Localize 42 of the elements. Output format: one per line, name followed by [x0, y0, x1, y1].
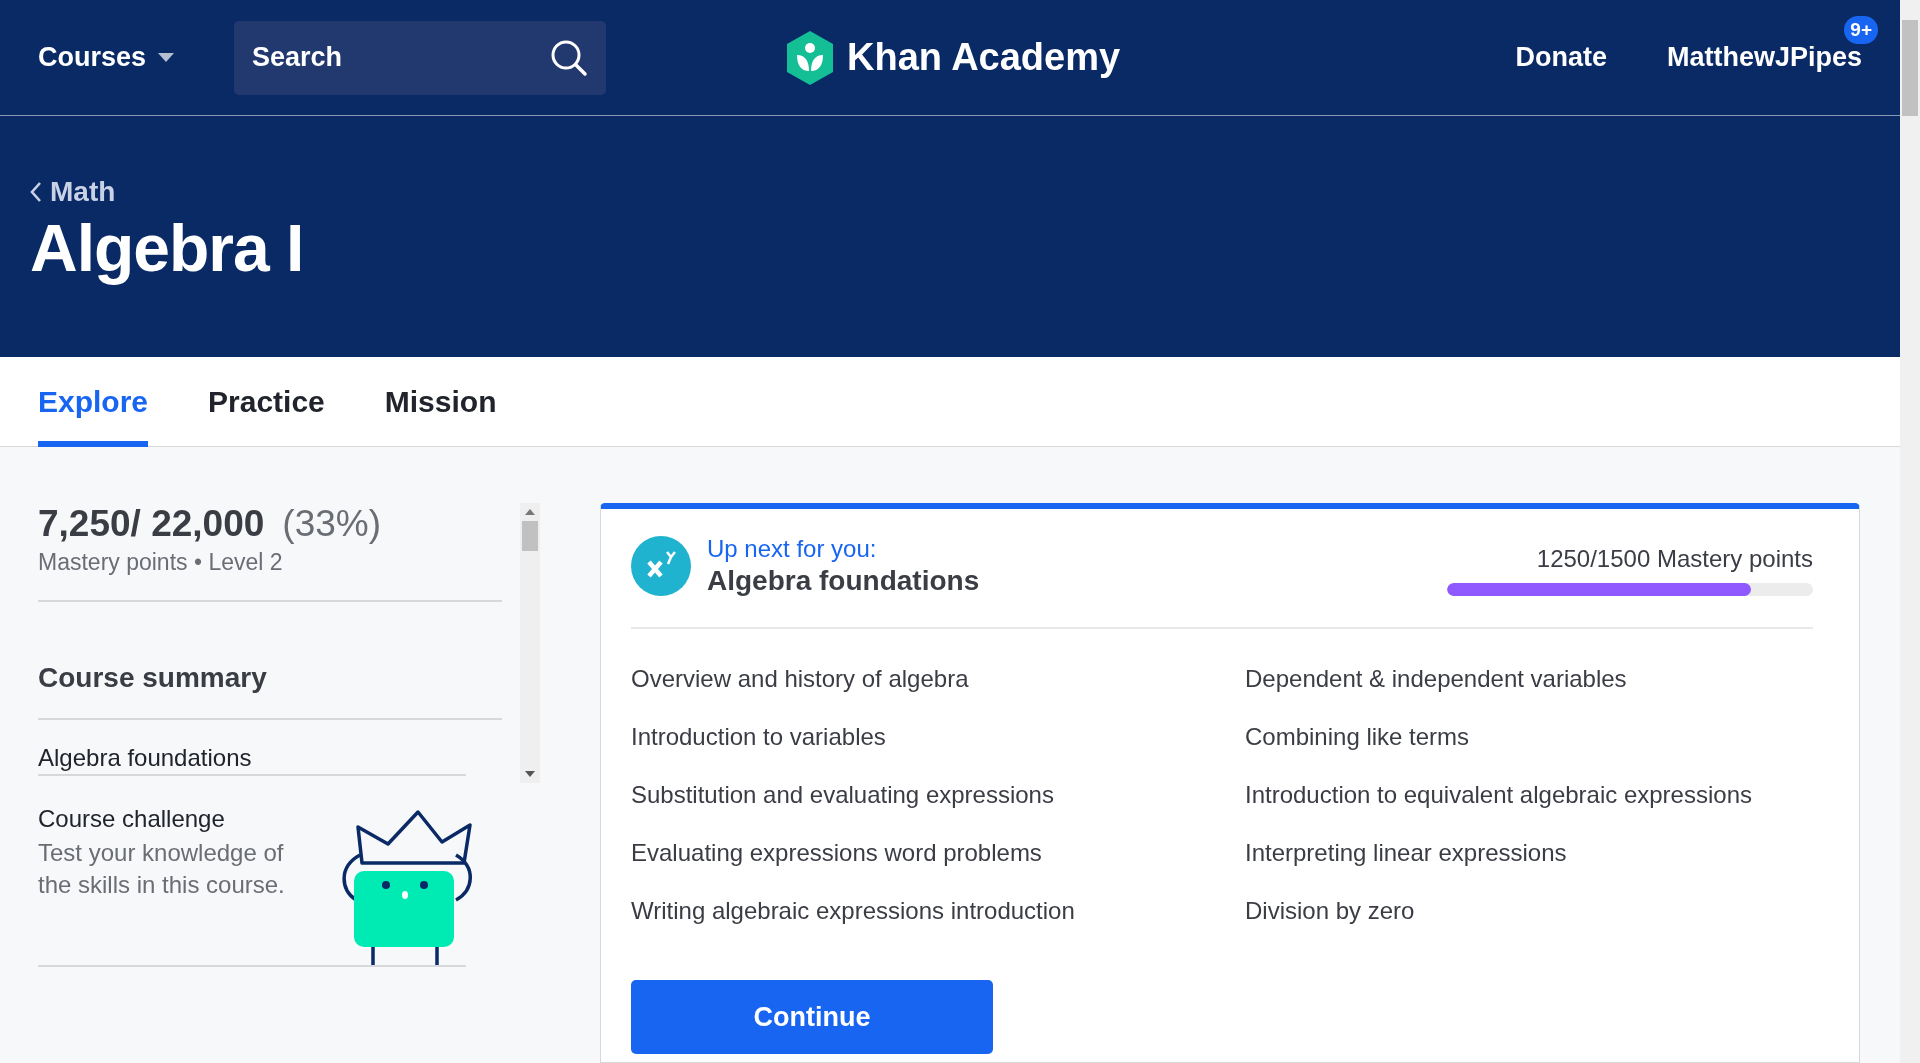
courses-menu-button[interactable]: Courses	[38, 42, 175, 73]
tab[interactable]: Practice	[208, 357, 325, 447]
mastery-level-text: Mastery points • Level 2	[38, 549, 284, 576]
tab[interactable]: Mission	[384, 357, 497, 447]
scroll-down-arrow-icon[interactable]	[525, 771, 535, 777]
logo-text: Khan Academy	[847, 36, 1121, 79]
course-summary-heading: Course summary	[38, 602, 502, 720]
course-challenge-link[interactable]: Course challenge	[38, 805, 225, 832]
page-scrollbar[interactable]	[1900, 0, 1920, 1063]
search-icon	[550, 38, 589, 77]
unit-title: Algebra foundations	[707, 565, 980, 597]
scrollbar[interactable]	[520, 503, 540, 783]
lesson-link[interactable]: Introduction to equivalent algebraic expressions	[1245, 781, 1813, 809]
search-field[interactable]: Search	[234, 20, 607, 95]
lesson-link[interactable]: Overview and history of algebra	[631, 665, 1245, 693]
lesson-link[interactable]: Introduction to variables	[631, 723, 1245, 751]
mastery-points-total: 7,250/ 22,000	[38, 503, 265, 545]
donate-link[interactable]: Donate	[1515, 42, 1607, 73]
leaf-hexagon-logo-icon	[785, 30, 835, 85]
lesson-link[interactable]: Division by zero	[1245, 897, 1813, 925]
notification-badge: 9+	[1842, 14, 1880, 46]
page-scrollbar-thumb[interactable]	[1902, 20, 1918, 116]
tab[interactable]: Explore	[38, 357, 149, 447]
course-challenge-description: Test your knowledge of the skills in this course.	[38, 838, 286, 901]
unit-mastery-points: 1250/1500 Mastery points	[1536, 545, 1813, 573]
scroll-up-arrow-icon[interactable]	[525, 509, 535, 515]
caret-icon	[158, 52, 175, 63]
mastery-percent: (33%)	[282, 503, 382, 545]
breadcrumb-link[interactable]: Math	[30, 176, 1870, 208]
lesson-link[interactable]: Interpreting linear expressions	[1245, 839, 1813, 867]
lesson-link[interactable]: Writing algebraic expressions introduction	[631, 897, 1245, 925]
scrollbar-thumb[interactable]	[522, 521, 538, 551]
lesson-link[interactable]: Evaluating expressions word problems	[631, 839, 1245, 867]
lesson-link[interactable]: Combining like terms	[1245, 723, 1813, 751]
up-next-label: Up next for you:	[707, 535, 878, 563]
unit-link[interactable]: Algebra foundations	[38, 720, 466, 776]
lesson-link[interactable]: Substitution and evaluating expressions	[631, 781, 1245, 809]
chevron-left-icon	[30, 181, 42, 203]
exponent-circle-icon	[631, 536, 691, 596]
continue-button[interactable]: Continue	[631, 980, 993, 1054]
lesson-link[interactable]: Dependent & independent variables	[1245, 665, 1813, 693]
page-title: Algebra I	[30, 210, 305, 286]
